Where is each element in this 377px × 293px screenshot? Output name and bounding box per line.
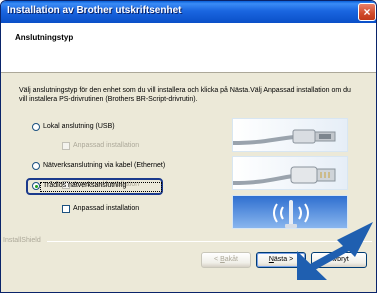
back-label: akåt	[224, 256, 238, 263]
close-button[interactable]: ×	[358, 3, 376, 21]
radio-usb[interactable]	[32, 123, 40, 131]
cancel-button[interactable]: Avbryt	[311, 252, 367, 268]
wizard-header: Anslutningstyp	[1, 23, 376, 73]
instruction-text: Välj anslutningstyp för den enhet som du…	[19, 87, 351, 103]
ethernet-cable-icon	[232, 156, 348, 190]
next-label: ästa >	[273, 256, 294, 263]
window-title: Installation av Brother utskriftsenhet	[7, 5, 182, 16]
usb-cable-icon	[232, 118, 348, 152]
wizard-content: Välj anslutningstyp för den enhet som du…	[1, 74, 376, 292]
divider	[47, 241, 372, 242]
checkbox-custom-install-wireless[interactable]	[62, 205, 70, 213]
installer-window: Installation av Brother utskriftsenhet ×…	[0, 0, 377, 293]
radio-wireless[interactable]	[32, 182, 40, 190]
wireless-antenna-icon	[232, 195, 348, 229]
close-icon: ×	[363, 5, 371, 19]
page-title: Anslutningstyp	[15, 33, 74, 42]
title-bar[interactable]: Installation av Brother utskriftsenhet ×	[1, 1, 376, 23]
option-ethernet-label[interactable]: Nätverksanslutning via kabel (Ethernet)	[43, 162, 165, 169]
custom-install-wireless-label: Anpassad installation	[73, 205, 140, 212]
back-button[interactable]: < Bakåt	[201, 252, 251, 268]
next-button[interactable]: Nästa >	[256, 252, 306, 268]
option-usb-label[interactable]: Lokal anslutning (USB)	[43, 123, 115, 130]
installshield-label: InstallShield	[3, 237, 41, 244]
checkbox-custom-install-usb[interactable]	[62, 142, 70, 150]
option-wireless-label[interactable]: Trådlös nätverksanslutning	[43, 182, 126, 189]
custom-install-usb-label: Anpassad installation	[73, 142, 140, 149]
radio-ethernet[interactable]	[32, 162, 40, 170]
